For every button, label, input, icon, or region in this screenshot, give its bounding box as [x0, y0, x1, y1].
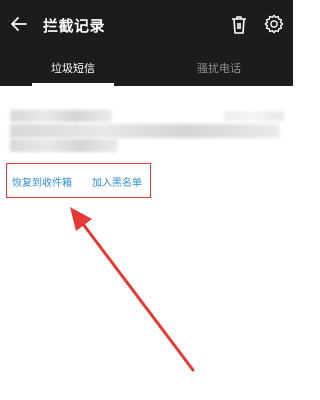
gear-icon[interactable] [263, 13, 285, 35]
annotation-highlight-box [6, 163, 151, 198]
page-title: 拦截记录 [43, 17, 106, 35]
tab-harassing-calls[interactable]: 骚扰电话 [146, 50, 292, 86]
blocked-message-item[interactable] [0, 86, 293, 166]
tab-bar: 垃圾短信 骚扰电话 [0, 50, 293, 86]
annotation-arrow [70, 207, 195, 372]
app-bar: 拦截记录 [0, 0, 293, 50]
blurred-sender [10, 110, 112, 122]
trash-icon[interactable] [229, 14, 249, 36]
back-arrow-icon[interactable] [9, 14, 29, 34]
blurred-message-line [10, 139, 118, 152]
blurred-message-line [10, 124, 280, 138]
blurred-time [224, 111, 284, 121]
tab-spam-sms[interactable]: 垃圾短信 [0, 50, 146, 86]
